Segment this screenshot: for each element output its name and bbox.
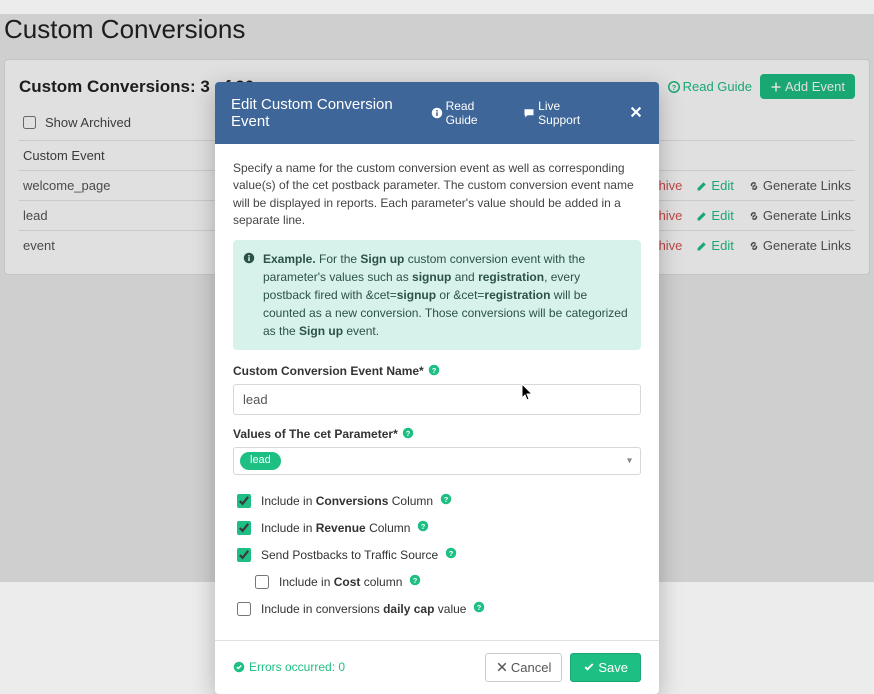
save-button[interactable]: Save [570, 653, 641, 682]
event-name-input[interactable] [233, 384, 641, 415]
event-name-label: Custom Conversion Event Name* ? [233, 364, 641, 379]
example-lead: Example. [263, 252, 316, 266]
svg-text:?: ? [431, 366, 436, 375]
edit-event-modal: Edit Custom Conversion Event Read Guide … [215, 82, 659, 694]
modal-read-guide-label: Read Guide [446, 99, 508, 127]
svg-text:?: ? [405, 429, 410, 438]
save-label: Save [598, 660, 628, 675]
info-icon [431, 107, 443, 119]
include-dailycap-checkbox[interactable] [237, 602, 251, 616]
close-icon [629, 105, 643, 119]
check-circle-icon [233, 661, 245, 673]
send-postbacks-row: Send Postbacks to Traffic Source ? [233, 545, 641, 565]
include-cost-row: Include in Cost column ? [251, 572, 641, 592]
info-circle-icon [243, 251, 255, 269]
modal-close-button[interactable] [629, 103, 643, 124]
include-cost-checkbox[interactable] [255, 575, 269, 589]
include-dailycap-row: Include in conversions daily cap value ? [233, 599, 641, 619]
svg-text:?: ? [444, 495, 449, 504]
svg-text:?: ? [477, 603, 482, 612]
help-icon[interactable]: ? [440, 493, 452, 508]
help-icon[interactable]: ? [473, 601, 485, 616]
modal-read-guide-link[interactable]: Read Guide [431, 99, 508, 127]
include-revenue-checkbox[interactable] [237, 521, 251, 535]
send-postbacks-checkbox[interactable] [237, 548, 251, 562]
help-icon[interactable]: ? [409, 574, 421, 589]
modal-footer: Errors occurred: 0 Cancel Save [215, 640, 659, 694]
include-revenue-row: Include in Revenue Column ? [233, 518, 641, 538]
chevron-down-icon: ▾ [627, 455, 632, 466]
cancel-button[interactable]: Cancel [485, 653, 562, 682]
include-conversions-checkbox[interactable] [237, 494, 251, 508]
cet-values-select[interactable]: lead ▾ [233, 447, 641, 475]
cet-tag[interactable]: lead [240, 452, 281, 470]
svg-text:?: ? [449, 549, 454, 558]
modal-header: Edit Custom Conversion Event Read Guide … [215, 82, 659, 144]
help-icon[interactable]: ? [402, 427, 414, 442]
cancel-label: Cancel [511, 660, 551, 675]
x-icon [496, 661, 508, 673]
example-box: Example. For the Sign up custom conversi… [233, 240, 641, 350]
chat-icon [523, 107, 535, 119]
cet-values-label: Values of The cet Parameter* ? [233, 427, 641, 442]
errors-status: Errors occurred: 0 [233, 660, 345, 674]
modal-title: Edit Custom Conversion Event [231, 96, 431, 130]
include-conversions-row: Include in Conversions Column ? [233, 491, 641, 511]
errors-label: Errors occurred: 0 [249, 660, 345, 674]
modal-backdrop: Edit Custom Conversion Event Read Guide … [0, 14, 874, 582]
help-icon[interactable]: ? [428, 364, 440, 379]
modal-live-support-link[interactable]: Live Support [523, 99, 603, 127]
svg-text:?: ? [413, 576, 418, 585]
help-icon[interactable]: ? [417, 520, 429, 535]
check-icon [583, 661, 595, 673]
modal-live-support-label: Live Support [538, 99, 603, 127]
help-icon[interactable]: ? [445, 547, 457, 562]
modal-description: Specify a name for the custom conversion… [233, 160, 641, 230]
svg-text:?: ? [421, 522, 426, 531]
